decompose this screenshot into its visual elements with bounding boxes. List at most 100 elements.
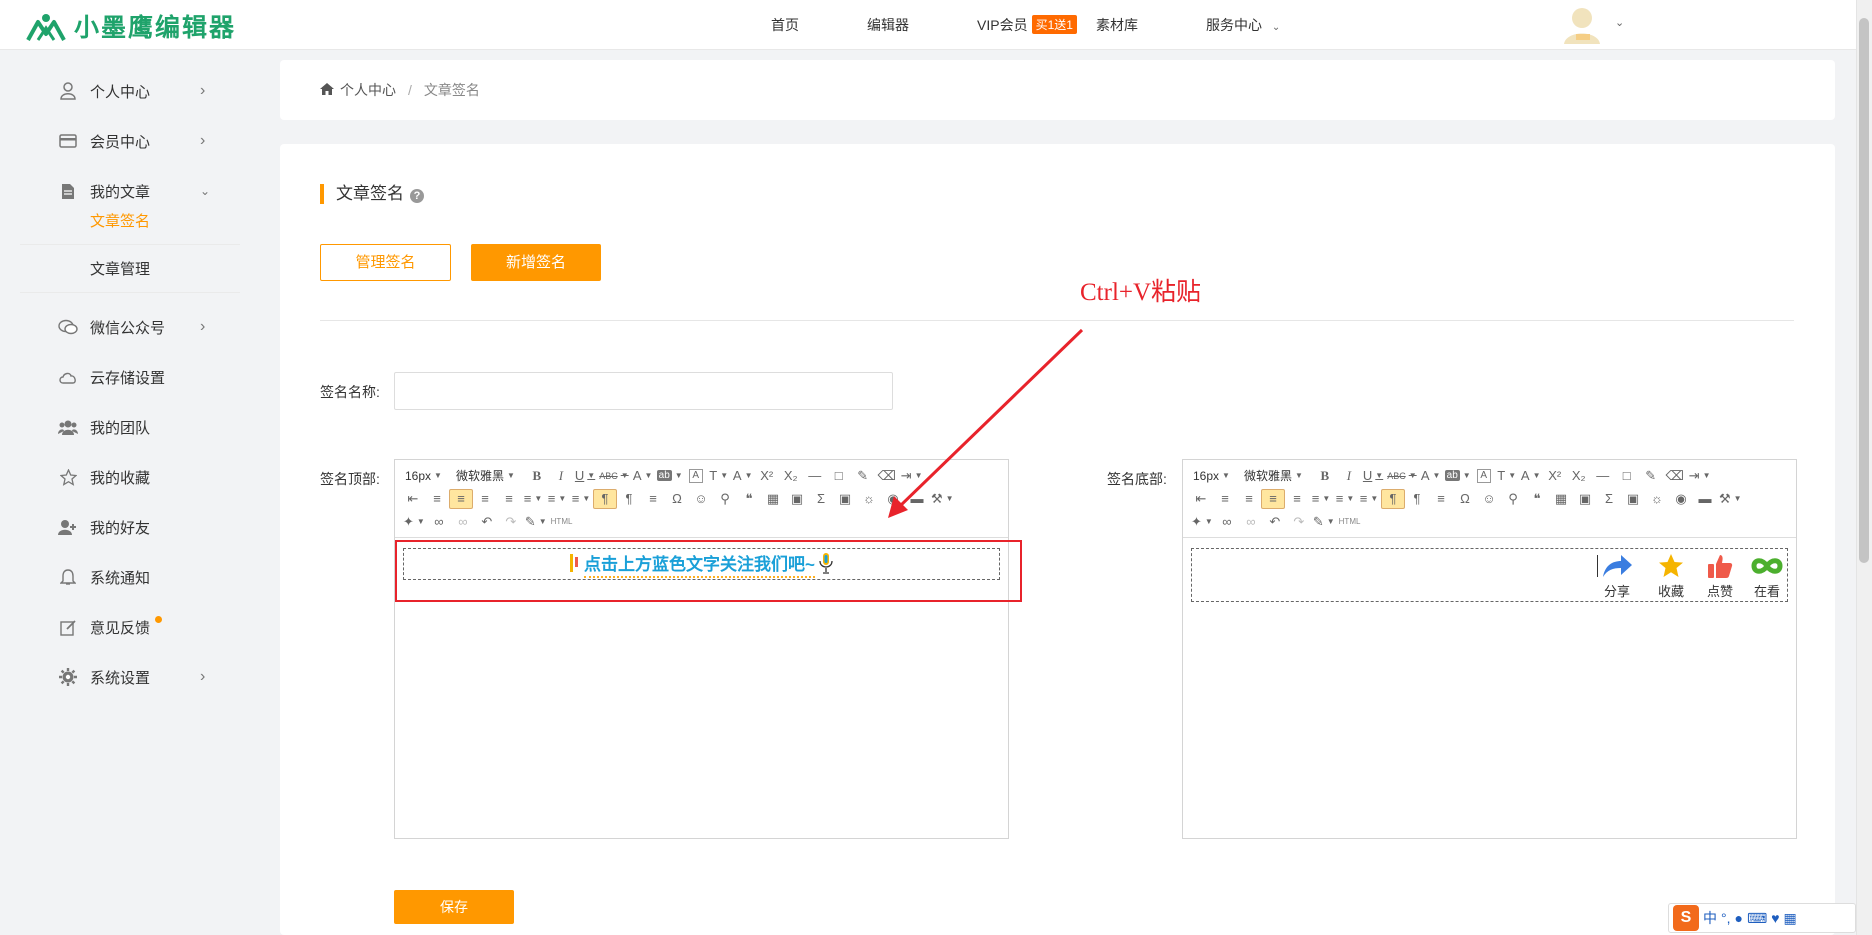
strikethrough-icon[interactable]: ABC ▼ [597, 466, 630, 486]
ltr-icon[interactable]: ¶ [593, 488, 617, 509]
unlink-icon[interactable]: ∞ [451, 512, 475, 532]
format-brush-icon[interactable]: ⚒ ▼ [1717, 489, 1744, 509]
font-family-select[interactable]: 微软雅黑 ▼ [452, 466, 519, 486]
scrawl-icon[interactable]: ☼ [857, 489, 881, 509]
align-justify-icon[interactable]: ≡ [1285, 489, 1309, 509]
horizontal-rule-icon[interactable]: — [803, 466, 827, 486]
list-icon[interactable]: ≡ [1429, 489, 1453, 509]
link-icon[interactable]: ∞ [427, 512, 451, 532]
manage-signature-button[interactable]: 管理签名 [320, 244, 451, 281]
sidebar-item-my-team[interactable]: 我的团队 [0, 407, 240, 447]
paragraph-spacing-bottom-icon[interactable]: ≡ ▼ [1357, 489, 1381, 509]
underline-icon[interactable]: U ▼ [573, 466, 597, 486]
paragraph-spacing-top-icon[interactable]: ≡ ▼ [545, 489, 569, 509]
omega-icon[interactable]: Ω [1453, 489, 1477, 509]
rtl-icon[interactable]: ¶ [617, 489, 641, 509]
video-icon[interactable]: ▬ [905, 489, 929, 509]
page-icon[interactable]: □ [1615, 466, 1639, 486]
brand-logo[interactable]: 小墨鹰编辑器 [24, 8, 236, 44]
punctuation-icon[interactable]: °, [1721, 910, 1731, 926]
undo-icon[interactable]: ↶ [1263, 512, 1287, 532]
favorite-action[interactable]: 收藏 [1645, 551, 1697, 601]
template-icon[interactable]: ✎ ▼ [523, 512, 549, 532]
quote-icon[interactable]: ❝ [1525, 489, 1549, 509]
align-left-icon[interactable]: ≡ [425, 489, 449, 509]
skin-icon[interactable]: ♥ [1771, 910, 1779, 926]
signature-bottom-editor[interactable]: 16px ▼ 微软雅黑 ▼ B I U ▼ ABC ▼ A ▼ ab ▼ A T ▼ A ▼ X… [1182, 459, 1797, 839]
editor-content-area[interactable]: 分享 收藏 点赞 在看 [1183, 539, 1796, 838]
align-justify-icon[interactable]: ≡ [497, 489, 521, 509]
superscript-icon[interactable]: X² [1543, 466, 1567, 486]
sidebar-item-feedback[interactable]: 意见反馈 [0, 607, 240, 647]
font-color-icon[interactable]: A ▼ [1419, 466, 1443, 486]
eraser-icon[interactable]: ⌫ [875, 466, 899, 486]
undo-icon[interactable]: ↶ [475, 512, 499, 532]
search-replace-icon[interactable]: ⚲ [713, 489, 737, 509]
nav-home[interactable]: 首页 [771, 15, 799, 35]
search-replace-icon[interactable]: ⚲ [1501, 489, 1525, 509]
line-height-icon[interactable]: ≡ ▼ [1309, 489, 1333, 509]
sogou-logo[interactable]: S [1673, 905, 1699, 931]
share-action[interactable]: 分享 [1591, 551, 1643, 601]
font-size-select[interactable]: 16px ▼ [401, 466, 446, 486]
font-size-select[interactable]: 16px ▼ [1189, 466, 1234, 486]
edit-note-icon[interactable]: ✎ [851, 466, 875, 486]
line-height-icon[interactable]: ≡ ▼ [521, 489, 545, 509]
sidebar-item-wechat[interactable]: 微信公众号 › [0, 307, 240, 347]
save-button[interactable]: 保存 [394, 890, 514, 924]
emoji-icon[interactable]: ☺ [689, 489, 713, 509]
formula-icon[interactable]: Σ [1597, 489, 1621, 509]
unlink-icon[interactable]: ∞ [1239, 512, 1263, 532]
horizontal-rule-icon[interactable]: — [1591, 466, 1615, 486]
gallery-icon[interactable]: ▣ [1621, 489, 1645, 509]
page-icon[interactable]: □ [827, 466, 851, 486]
signature-bottom-content[interactable]: 分享 收藏 点赞 在看 [1191, 548, 1788, 602]
image-icon[interactable]: ▣ [785, 489, 809, 509]
text-box-icon[interactable]: A [1476, 468, 1491, 483]
nav-materials[interactable]: 素材库 [1096, 15, 1138, 35]
page-scrollbar-thumb[interactable] [1859, 18, 1869, 563]
text-style-icon[interactable]: T ▼ [1495, 466, 1519, 486]
text-box-icon[interactable]: A [688, 468, 703, 483]
like-action[interactable]: 点赞 [1694, 551, 1746, 601]
sidebar-item-system-settings[interactable]: 系统设置 › [0, 657, 240, 697]
table-icon[interactable]: ▦ [1549, 489, 1573, 509]
strikethrough-icon[interactable]: ABC ▼ [1385, 466, 1418, 486]
font-color-icon[interactable]: A ▼ [631, 466, 655, 486]
gallery-icon[interactable]: ▣ [833, 489, 857, 509]
avatar-dropdown-icon[interactable]: ⌄ [1615, 16, 1624, 29]
indent-icon[interactable]: ⇥ ▼ [1687, 466, 1713, 486]
add-signature-button[interactable]: 新增签名 [471, 244, 601, 281]
align-right-icon[interactable]: ≡ [473, 489, 497, 509]
italic-icon[interactable]: I [549, 466, 573, 486]
template-icon[interactable]: ✎ ▼ [1311, 512, 1337, 532]
table-icon[interactable]: ▦ [761, 489, 785, 509]
align-center-icon[interactable]: ≡ [449, 488, 473, 509]
signature-name-input[interactable] [394, 372, 893, 410]
sidebar-item-notifications[interactable]: 系统通知 [0, 557, 240, 597]
rtl-icon[interactable]: ¶ [1405, 489, 1429, 509]
sidebar-item-cloud-storage[interactable]: 云存储设置 [0, 357, 240, 397]
omega-icon[interactable]: Ω [665, 489, 689, 509]
microphone-icon[interactable]: ● [1735, 910, 1743, 926]
subscript-icon[interactable]: X₂ [1567, 466, 1591, 486]
highlight-icon[interactable]: ab ▼ [1443, 466, 1473, 486]
magic-wand-icon[interactable]: ✦ ▼ [1189, 512, 1215, 532]
watching-action[interactable]: 在看 [1745, 551, 1789, 601]
scrawl-icon[interactable]: ☼ [1645, 489, 1669, 509]
edit-note-icon[interactable]: ✎ [1639, 466, 1663, 486]
superscript-icon[interactable]: X² [755, 466, 779, 486]
video-icon[interactable]: ▬ [1693, 489, 1717, 509]
image-icon[interactable]: ▣ [1573, 489, 1597, 509]
nav-editor[interactable]: 编辑器 [867, 15, 909, 35]
ime-toolbar[interactable]: S 中 °, ● ⌨ ♥ ▦ [1668, 903, 1856, 933]
indent-left-icon[interactable]: ⇤ [401, 489, 425, 509]
avatar[interactable] [1560, 4, 1604, 46]
signature-top-editor[interactable]: 16px ▼ 微软雅黑 ▼ B I U ▼ ABC ▼ A ▼ ab ▼ A T ▼ A ▼ X… [394, 459, 1009, 839]
quote-icon[interactable]: ❝ [737, 489, 761, 509]
redo-icon[interactable]: ↷ [1287, 512, 1311, 532]
map-icon[interactable]: ◉ [1669, 489, 1693, 509]
sidebar-subitem-article-signature[interactable]: 文章签名 [20, 197, 240, 245]
indent-left-icon[interactable]: ⇤ [1189, 489, 1213, 509]
italic-icon[interactable]: I [1337, 466, 1361, 486]
